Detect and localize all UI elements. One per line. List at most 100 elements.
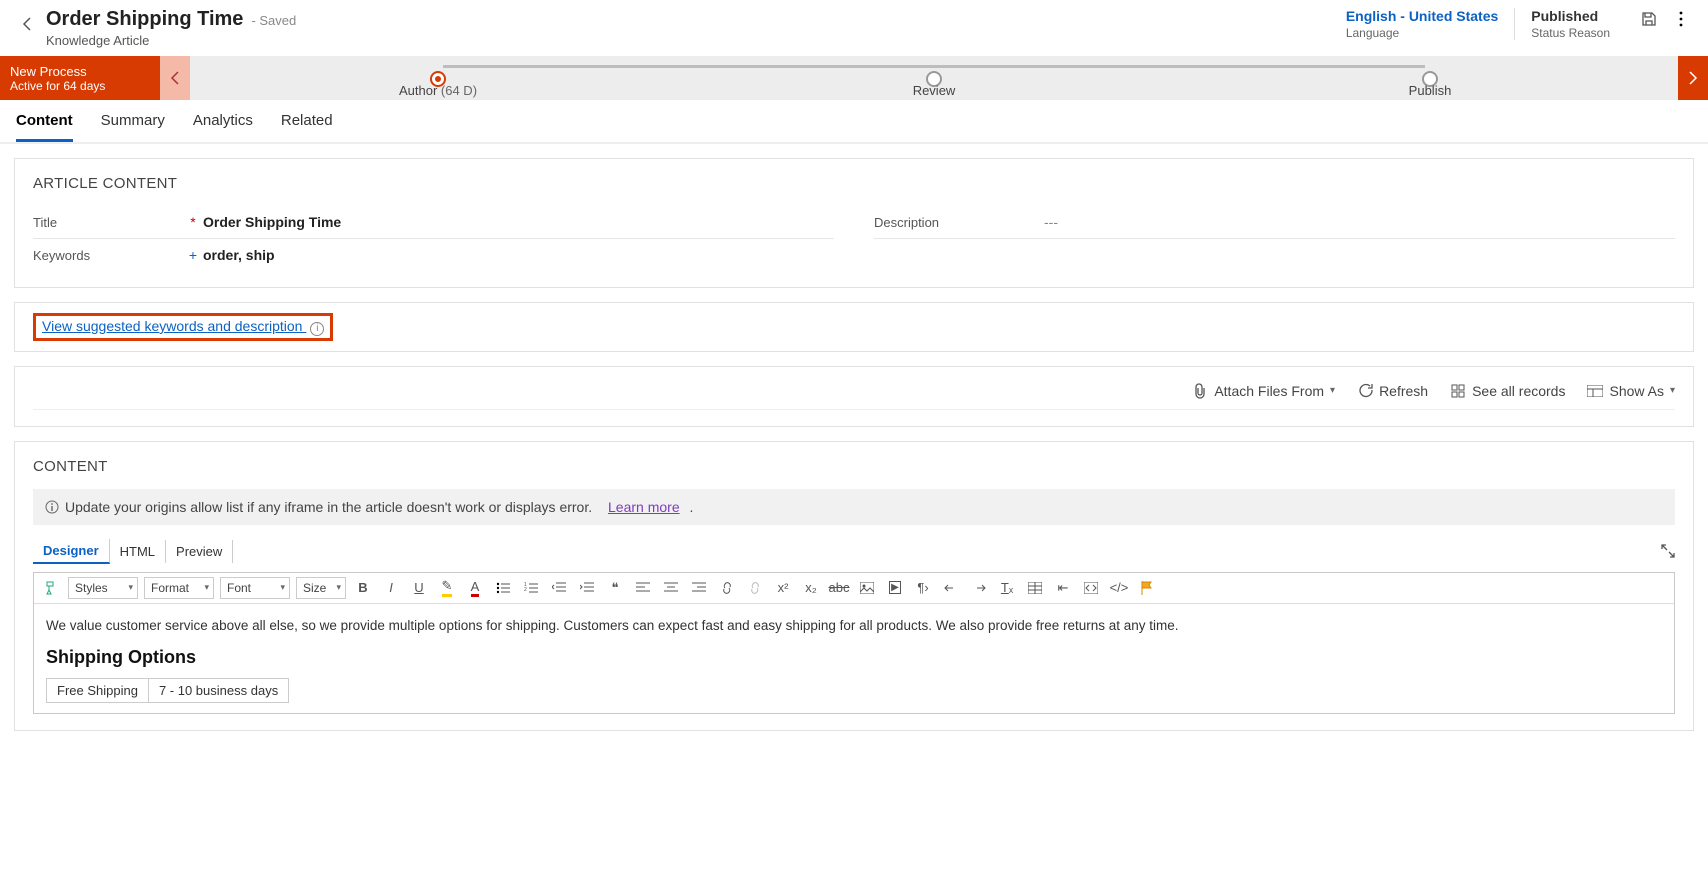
grid-icon bbox=[1450, 383, 1466, 399]
banner-text: Update your origins allow list if any if… bbox=[65, 499, 592, 515]
outdent-icon bbox=[552, 582, 566, 594]
bold-button[interactable]: B bbox=[352, 577, 374, 599]
font-select[interactable]: Font bbox=[220, 577, 290, 599]
tab-summary[interactable]: Summary bbox=[101, 112, 165, 142]
header-language[interactable]: English - United States Language bbox=[1330, 8, 1514, 40]
stage-review[interactable]: Review bbox=[686, 81, 1182, 96]
size-select[interactable]: Size bbox=[296, 577, 346, 599]
process-bar: New Process Active for 64 days Author (6… bbox=[0, 56, 1708, 100]
required-icon: * bbox=[183, 214, 203, 230]
suggest-highlight: View suggested keywords and description … bbox=[33, 313, 333, 341]
editor-tab-html[interactable]: HTML bbox=[110, 540, 166, 563]
field-value[interactable]: --- bbox=[1044, 214, 1675, 230]
learn-more-link[interactable]: Learn more bbox=[608, 499, 680, 515]
bullet-list-button[interactable] bbox=[492, 577, 514, 599]
field-description[interactable]: Description --- bbox=[874, 206, 1675, 239]
align-right-button[interactable] bbox=[688, 577, 710, 599]
stage-publish[interactable]: Publish bbox=[1182, 81, 1678, 96]
saved-indicator: - Saved bbox=[251, 13, 296, 28]
refresh-button[interactable]: Refresh bbox=[1357, 383, 1428, 399]
show-as-label: Show As bbox=[1609, 383, 1663, 399]
editor-tab-designer[interactable]: Designer bbox=[33, 539, 110, 564]
process-name-block[interactable]: New Process Active for 64 days bbox=[0, 56, 160, 100]
quote-icon: ❝ bbox=[612, 580, 619, 596]
redo-button[interactable] bbox=[968, 577, 990, 599]
blockquote-button[interactable]: ❝ bbox=[604, 577, 626, 599]
expand-toolbar-button[interactable]: ⇤ bbox=[1052, 577, 1074, 599]
italic-button[interactable]: I bbox=[380, 577, 402, 599]
stage-label: Author bbox=[399, 83, 437, 98]
align-left-button[interactable] bbox=[632, 577, 654, 599]
field-value[interactable]: order, ship bbox=[203, 247, 834, 263]
align-center-button[interactable] bbox=[660, 577, 682, 599]
iframe-icon: ▶ bbox=[889, 581, 901, 594]
clear-format-button[interactable]: Tₓ bbox=[996, 577, 1018, 599]
number-list-button[interactable]: 12 bbox=[520, 577, 542, 599]
outdent-button[interactable] bbox=[548, 577, 570, 599]
expand-editor-button[interactable] bbox=[1661, 544, 1675, 558]
format-painter-button[interactable] bbox=[40, 577, 62, 599]
unlink-button[interactable] bbox=[744, 577, 766, 599]
table-row: Free Shipping 7 - 10 business days bbox=[47, 678, 289, 702]
chevron-left-icon bbox=[170, 71, 180, 85]
attach-files-button[interactable]: Attach Files From ▾ bbox=[1192, 383, 1335, 399]
styles-select[interactable]: Styles bbox=[68, 577, 138, 599]
flag-button[interactable] bbox=[1136, 577, 1158, 599]
header-status: Published Status Reason bbox=[1514, 8, 1626, 40]
body-paragraph: We value customer service above all else… bbox=[46, 618, 1662, 633]
subscript-button[interactable]: x₂ bbox=[800, 577, 822, 599]
link-button[interactable] bbox=[716, 577, 738, 599]
more-button[interactable] bbox=[1672, 10, 1690, 28]
section-title: CONTENT bbox=[33, 458, 1675, 475]
table-button[interactable] bbox=[1024, 577, 1046, 599]
ltr-button[interactable]: ¶› bbox=[912, 577, 934, 599]
font-color-button[interactable]: A bbox=[464, 577, 486, 599]
tab-content[interactable]: Content bbox=[16, 112, 73, 142]
process-next-button[interactable] bbox=[1678, 56, 1708, 100]
body-heading: Shipping Options bbox=[46, 647, 1662, 668]
refresh-label: Refresh bbox=[1379, 383, 1428, 399]
italic-icon: I bbox=[389, 580, 393, 595]
undo-button[interactable] bbox=[940, 577, 962, 599]
insert-image-button[interactable] bbox=[856, 577, 878, 599]
header-right: English - United States Language Publish… bbox=[1330, 8, 1690, 40]
strikethrough-button[interactable]: abc bbox=[828, 577, 850, 599]
source-button[interactable]: </> bbox=[1108, 577, 1130, 599]
more-vertical-icon bbox=[1679, 11, 1683, 27]
field-value[interactable]: Order Shipping Time bbox=[203, 214, 834, 230]
rte-body[interactable]: We value customer service above all else… bbox=[34, 604, 1674, 713]
record-title: Order Shipping Time bbox=[46, 8, 243, 31]
field-title[interactable]: Title * Order Shipping Time bbox=[33, 206, 834, 239]
embed-button[interactable] bbox=[1080, 577, 1102, 599]
record-header: Order Shipping Time - Saved Knowledge Ar… bbox=[0, 0, 1708, 56]
field-keywords[interactable]: Keywords + order, ship bbox=[33, 239, 834, 271]
see-all-records-button[interactable]: See all records bbox=[1450, 383, 1565, 399]
article-content-card: ARTICLE CONTENT Title * Order Shipping T… bbox=[14, 158, 1694, 288]
process-prev-button[interactable] bbox=[160, 56, 190, 100]
format-select[interactable]: Format bbox=[144, 577, 214, 599]
tab-analytics[interactable]: Analytics bbox=[193, 112, 253, 142]
tab-related[interactable]: Related bbox=[281, 112, 333, 142]
editor-tab-preview[interactable]: Preview bbox=[166, 540, 233, 563]
attach-files-label: Attach Files From bbox=[1214, 383, 1324, 399]
indent-icon bbox=[580, 582, 594, 594]
view-suggested-link[interactable]: View suggested keywords and description … bbox=[42, 318, 324, 334]
indent-button[interactable] bbox=[576, 577, 598, 599]
superscript-button[interactable]: x² bbox=[772, 577, 794, 599]
back-button[interactable] bbox=[16, 12, 40, 36]
attachments-card: Attach Files From ▾ Refresh See all reco… bbox=[14, 366, 1694, 427]
stage-author[interactable]: Author (64 D) bbox=[190, 81, 686, 96]
iframe-button[interactable]: ▶ bbox=[884, 577, 906, 599]
show-as-button[interactable]: Show As ▾ bbox=[1587, 383, 1675, 399]
table-cell: Free Shipping bbox=[47, 678, 149, 702]
align-right-icon bbox=[692, 582, 706, 594]
save-button[interactable] bbox=[1640, 10, 1658, 28]
process-track: Author (64 D) Review Publish bbox=[190, 56, 1678, 100]
underline-button[interactable]: U bbox=[408, 577, 430, 599]
link-icon bbox=[720, 582, 734, 594]
font-color-icon: A bbox=[471, 579, 480, 597]
stage-label: Publish bbox=[1409, 83, 1452, 98]
header-language-value[interactable]: English - United States bbox=[1346, 8, 1498, 24]
shipping-table: Free Shipping 7 - 10 business days bbox=[46, 678, 289, 703]
highlight-button[interactable]: ✎ bbox=[436, 577, 458, 599]
